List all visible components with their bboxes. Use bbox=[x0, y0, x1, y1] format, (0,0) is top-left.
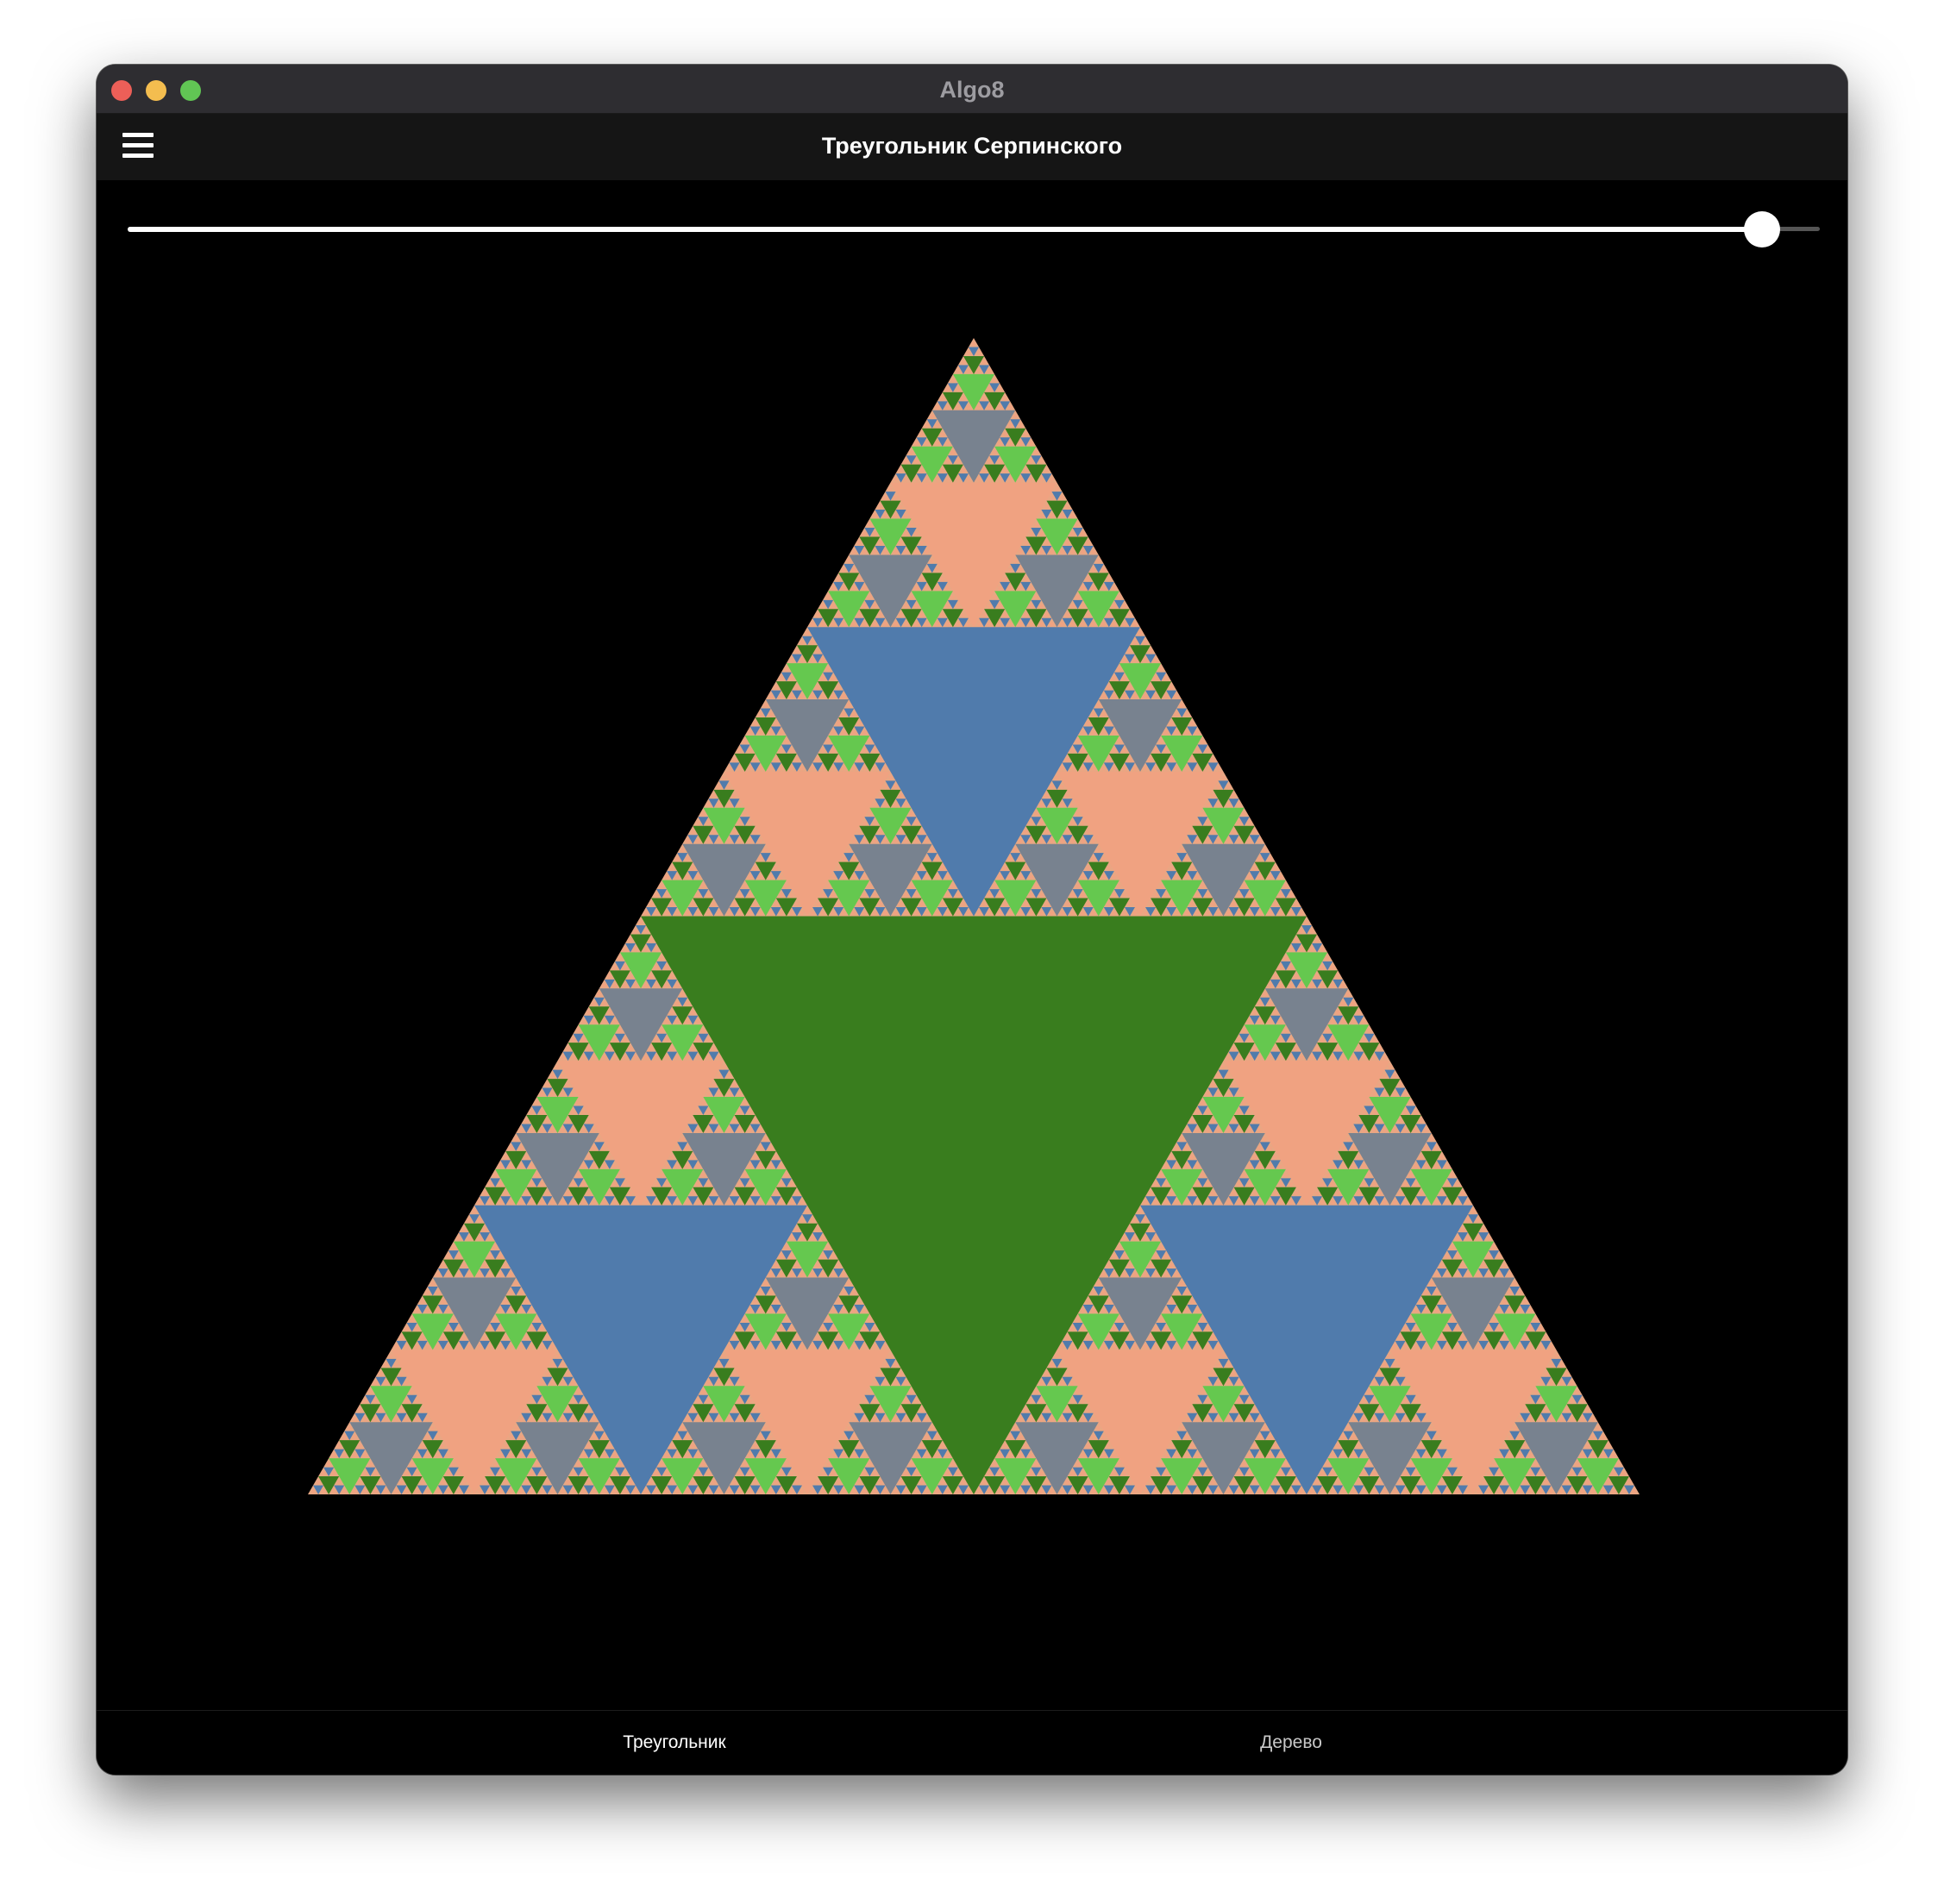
page-title: Треугольник Серпинского bbox=[821, 133, 1123, 159]
nav-tab-triangle[interactable]: Треугольник bbox=[545, 1711, 804, 1775]
app-window: Algo8 Треугольник Серпинского Треугольни… bbox=[97, 65, 1847, 1775]
slider-fill bbox=[128, 227, 1762, 232]
slider-thumb[interactable] bbox=[1744, 211, 1780, 247]
main-content bbox=[97, 180, 1847, 1711]
window-title: Algo8 bbox=[939, 77, 1005, 103]
bottom-navigation: Треугольник Дерево bbox=[97, 1710, 1847, 1775]
sierpinski-triangle bbox=[308, 338, 1640, 1494]
depth-slider[interactable] bbox=[128, 211, 1820, 247]
app-bar: Треугольник Серпинского bbox=[97, 114, 1847, 180]
nav-tab-tree[interactable]: Дерево bbox=[1162, 1711, 1420, 1775]
window-titlebar: Algo8 bbox=[97, 65, 1847, 114]
